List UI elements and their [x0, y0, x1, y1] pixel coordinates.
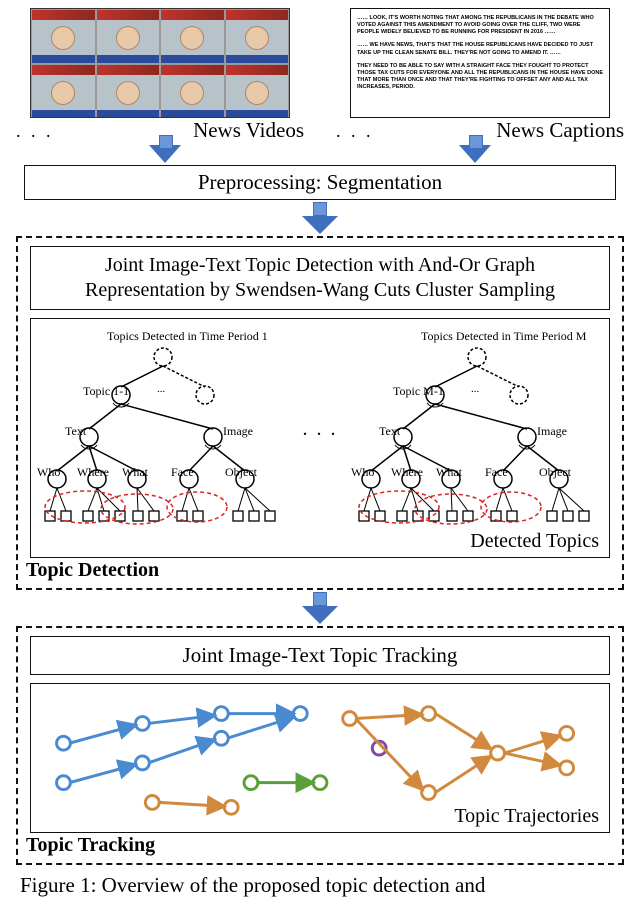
image-node-label: Image — [537, 424, 567, 439]
topic-tracking-panel: Topic Tracking Joint Image-Text Topic Tr… — [16, 626, 624, 865]
aog-tree-right: Topics Detected in Time Period M ... — [351, 329, 603, 529]
down-arrow-icon — [459, 145, 491, 163]
captions-box: …… Look, it's worth noting that among th… — [350, 8, 610, 118]
text-node-label: Text — [379, 424, 400, 439]
aog-container: Topics Detected in Time Period 1 ... — [30, 318, 610, 558]
detection-method-box: Joint Image-Text Topic Detection with An… — [30, 246, 610, 310]
videos-ellipsis: . . . — [16, 121, 54, 142]
caption-p2: …… We have news, that's that the House R… — [357, 42, 603, 56]
who-label: Who — [351, 465, 374, 480]
aog-tree-left: Topics Detected in Time Period 1 ... — [37, 329, 289, 529]
face-label: Face — [485, 465, 508, 480]
what-label: What — [436, 465, 462, 480]
news-captions-block: …… Look, it's worth noting that among th… — [330, 8, 630, 143]
topic-node-label: Topic 1-1 — [83, 384, 129, 399]
captions-ellipsis: . . . — [336, 121, 374, 142]
where-label: Where — [77, 465, 109, 480]
topic-trajectories-label: Topic Trajectories — [454, 805, 599, 828]
detected-topics-label: Detected Topics — [470, 530, 599, 553]
detection-method-line2: Representation by Swendsen-Wang Cuts Clu… — [41, 278, 599, 303]
stem-arrow — [302, 202, 338, 234]
topic-tracking-title: Topic Tracking — [26, 834, 155, 857]
topic-node-label: Topic M-1 — [393, 384, 444, 399]
detection-method-line1: Joint Image-Text Topic Detection with An… — [41, 253, 599, 278]
news-captions-label: News Captions — [496, 118, 624, 143]
where-label: Where — [391, 465, 423, 480]
preprocessing-box: Preprocessing: Segmentation — [24, 165, 616, 200]
object-label: Object — [225, 465, 257, 480]
what-label: What — [122, 465, 148, 480]
caption-p1: …… Look, it's worth noting that among th… — [357, 15, 603, 36]
face-label: Face — [171, 465, 194, 480]
stem-arrow — [302, 592, 338, 624]
video-collage — [30, 8, 290, 118]
tree-dots: . . . — [303, 418, 338, 441]
image-node-label: Image — [223, 424, 253, 439]
news-videos-block: . . . News Videos — [10, 8, 310, 143]
caption-p3: They need to be able to say with a strai… — [357, 63, 603, 92]
news-videos-label: News Videos — [193, 118, 304, 143]
who-label: Who — [37, 465, 60, 480]
input-arrows — [10, 147, 630, 163]
text-node-label: Text — [65, 424, 86, 439]
topic-detection-panel: Topic Detection Joint Image-Text Topic D… — [16, 236, 624, 590]
trajectory-box: Topic Trajectories — [30, 683, 610, 833]
svg-text:...: ... — [157, 383, 166, 395]
tracking-method-box: Joint Image-Text Topic Tracking — [30, 636, 610, 675]
svg-text:...: ... — [471, 383, 480, 395]
topic-detection-title: Topic Detection — [26, 559, 159, 582]
object-label: Object — [539, 465, 571, 480]
figure-caption: Figure 1: Overview of the proposed topic… — [20, 873, 620, 898]
down-arrow-icon — [149, 145, 181, 163]
inputs-row: . . . News Videos …… Look, it's worth no… — [10, 8, 630, 143]
